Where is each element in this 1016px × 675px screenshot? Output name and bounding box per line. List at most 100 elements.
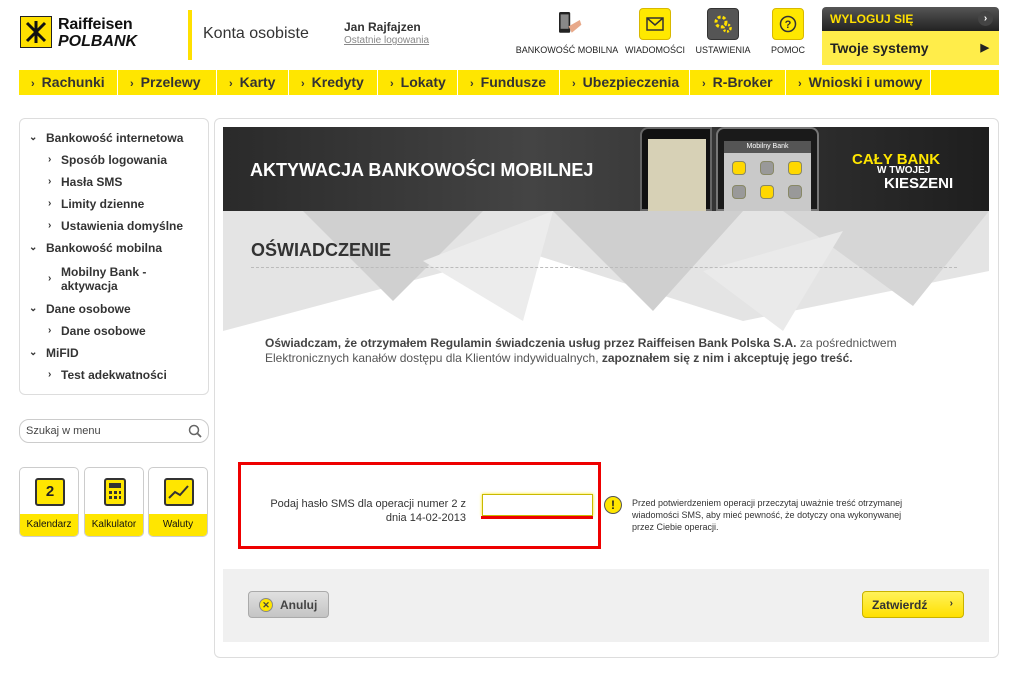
menu-search-label: Szukaj w menu bbox=[26, 425, 101, 437]
sms-code-label: Podaj hasło SMS dla operacji numer 2 z d… bbox=[270, 498, 466, 524]
main-nav: › Rachunki › Przelewy › Karty › Kredyty › Lok… bbox=[19, 70, 999, 95]
chevron-right-icon: › bbox=[978, 11, 993, 26]
chevron-right-icon: › bbox=[130, 78, 134, 90]
triangle-right-icon: ▶ bbox=[980, 42, 989, 54]
chart-line-icon bbox=[164, 478, 194, 506]
header-divider bbox=[188, 10, 192, 60]
nav-item-r-broker[interactable]: › R-Broker bbox=[690, 70, 786, 95]
sidebar-item-default-settings[interactable]: › Ustawienia domyślne bbox=[48, 219, 183, 233]
nav-item-przelewy[interactable]: › Przelewy bbox=[118, 70, 217, 95]
currencies-tile[interactable]: Waluty bbox=[148, 467, 208, 537]
search-icon[interactable] bbox=[188, 424, 202, 438]
calculator-label: Kalkulator bbox=[85, 514, 143, 536]
chevron-down-icon: ⌄ bbox=[29, 303, 38, 314]
chevron-right-icon: › bbox=[48, 198, 52, 209]
chevron-right-icon: › bbox=[798, 78, 802, 90]
chevron-right-icon: › bbox=[48, 369, 52, 380]
sidebar-item-mobile-activation[interactable]: › Mobilny Bank - aktywacja bbox=[48, 265, 146, 293]
raiffeisen-logo[interactable]: Raiffeisen POLBANK bbox=[20, 16, 145, 52]
mobile-banking-link[interactable]: BANKOWOŚĆ MOBILNA bbox=[514, 8, 620, 55]
settings-label: USTAWIENIA bbox=[695, 45, 751, 55]
sidebar-item-daily-limits[interactable]: › Limity dzienne bbox=[48, 197, 144, 211]
chevron-down-icon: ⌄ bbox=[29, 347, 38, 358]
calendar-icon: 2 bbox=[35, 478, 65, 506]
messages-link[interactable]: WIADOMOŚCI bbox=[622, 8, 688, 55]
banner-title: AKTYWACJA BANKOWOŚCI MOBILNEJ bbox=[250, 160, 594, 180]
nav-item-rachunki[interactable]: › Rachunki bbox=[19, 70, 118, 95]
page-heading: OŚWIADCZENIE bbox=[251, 240, 392, 260]
your-systems-label: Twoje systemy bbox=[830, 40, 929, 56]
app-icon bbox=[788, 161, 802, 175]
close-icon: ✕ bbox=[259, 598, 273, 612]
help-link[interactable]: ? POMOC bbox=[766, 8, 810, 55]
chevron-right-icon: › bbox=[390, 78, 394, 90]
chevron-right-icon: › bbox=[229, 78, 233, 90]
section-title: Konta osobiste bbox=[203, 25, 309, 42]
mobile-banking-label: BANKOWOŚĆ MOBILNA bbox=[515, 45, 619, 55]
chevron-right-icon: › bbox=[48, 220, 52, 231]
chevron-right-icon: › bbox=[702, 78, 706, 90]
messages-label: WIADOMOŚCI bbox=[625, 45, 685, 55]
nav-item-karty[interactable]: › Karty bbox=[217, 70, 289, 95]
calculator-icon bbox=[104, 478, 126, 506]
your-systems-button[interactable]: Twoje systemy ▶ bbox=[822, 31, 999, 65]
phone-app-title: Mobilny Bank bbox=[724, 141, 811, 153]
chevron-right-icon: › bbox=[48, 176, 52, 187]
chevron-down-icon: ⌄ bbox=[29, 132, 38, 143]
nav-item-wnioski[interactable]: › Wnioski i umowy bbox=[786, 70, 931, 95]
app-icon bbox=[760, 161, 774, 175]
chevron-right-icon: › bbox=[31, 78, 35, 90]
chevron-right-icon: › bbox=[470, 78, 474, 90]
sms-hint-text: Przed potwierdzeniem operacji przeczytaj… bbox=[632, 498, 903, 532]
question-icon: ? bbox=[772, 8, 804, 40]
logo-mark-icon bbox=[20, 16, 52, 48]
sidebar-item-mifid[interactable]: ⌄ MiFID bbox=[29, 346, 79, 360]
phone-app-image: Mobilny Bank bbox=[716, 127, 819, 213]
chevron-right-icon: › bbox=[572, 78, 576, 90]
envelope-icon bbox=[639, 8, 671, 40]
calendar-tile[interactable]: 2 Kalendarz bbox=[19, 467, 79, 537]
app-icon bbox=[788, 185, 802, 199]
sidebar-item-personal-data[interactable]: ⌄ Dane osobowe bbox=[29, 302, 131, 316]
nav-item-fundusze[interactable]: › Fundusze bbox=[458, 70, 560, 95]
chevron-right-icon: › bbox=[301, 78, 305, 90]
gears-icon bbox=[707, 8, 739, 40]
nav-item-ubezpieczenia[interactable]: › Ubezpieczenia bbox=[560, 70, 690, 95]
chevron-right-icon: › bbox=[48, 154, 52, 165]
sidebar-item-mobile-banking[interactable]: ⌄ Bankowość mobilna bbox=[29, 241, 162, 255]
cancel-button[interactable]: ✕ Anuluj bbox=[248, 591, 329, 618]
sms-code-input[interactable] bbox=[482, 494, 593, 516]
sidebar-item-adequacy-test[interactable]: › Test adekwatności bbox=[48, 368, 167, 382]
svg-text:?: ? bbox=[785, 19, 792, 31]
app-icon bbox=[760, 185, 774, 199]
user-name: Jan Rajfajzen bbox=[344, 20, 421, 34]
last-login-link[interactable]: Ostatnie logowania bbox=[344, 35, 429, 46]
sidebar-item-internet-banking[interactable]: ⌄ Bankowość internetowa bbox=[29, 131, 183, 145]
help-label: POMOC bbox=[770, 45, 805, 55]
settings-link[interactable]: USTAWIENIA bbox=[692, 8, 754, 55]
heading-divider bbox=[251, 267, 957, 268]
confirm-label: Zatwierdź bbox=[872, 598, 928, 612]
chevron-right-icon: › bbox=[48, 273, 52, 284]
chevron-down-icon: ⌄ bbox=[29, 242, 38, 253]
calculator-tile[interactable]: Kalkulator bbox=[84, 467, 144, 537]
decorative-background bbox=[223, 211, 989, 331]
logo-text-line2: POLBANK bbox=[58, 33, 138, 50]
banner-slogan-3: KIESZENI bbox=[884, 175, 954, 192]
warning-icon: ! bbox=[604, 496, 622, 514]
chevron-right-icon: › bbox=[949, 598, 953, 609]
sidebar-item-login-method[interactable]: › Sposób logowania bbox=[48, 153, 167, 167]
app-icon bbox=[732, 185, 746, 199]
logout-button[interactable]: WYLOGUJ SIĘ › bbox=[822, 7, 999, 31]
sidebar-item-personal-data-sub[interactable]: › Dane osobowe bbox=[48, 324, 146, 338]
nav-item-kredyty[interactable]: › Kredyty bbox=[289, 70, 378, 95]
sidebar-item-sms-passwords[interactable]: › Hasła SMS bbox=[48, 175, 122, 189]
nav-item-lokaty[interactable]: › Lokaty bbox=[378, 70, 458, 95]
declaration-text: Oświadczam, że otrzymałem Regulamin świa… bbox=[265, 336, 897, 365]
mobile-banking-icon bbox=[551, 8, 583, 40]
phone-image bbox=[640, 127, 712, 213]
chevron-right-icon: › bbox=[48, 325, 52, 336]
logout-label: WYLOGUJ SIĘ bbox=[830, 12, 914, 26]
menu-search-input[interactable]: Szukaj w menu bbox=[19, 419, 209, 443]
confirm-button[interactable]: Zatwierdź › bbox=[862, 591, 964, 618]
